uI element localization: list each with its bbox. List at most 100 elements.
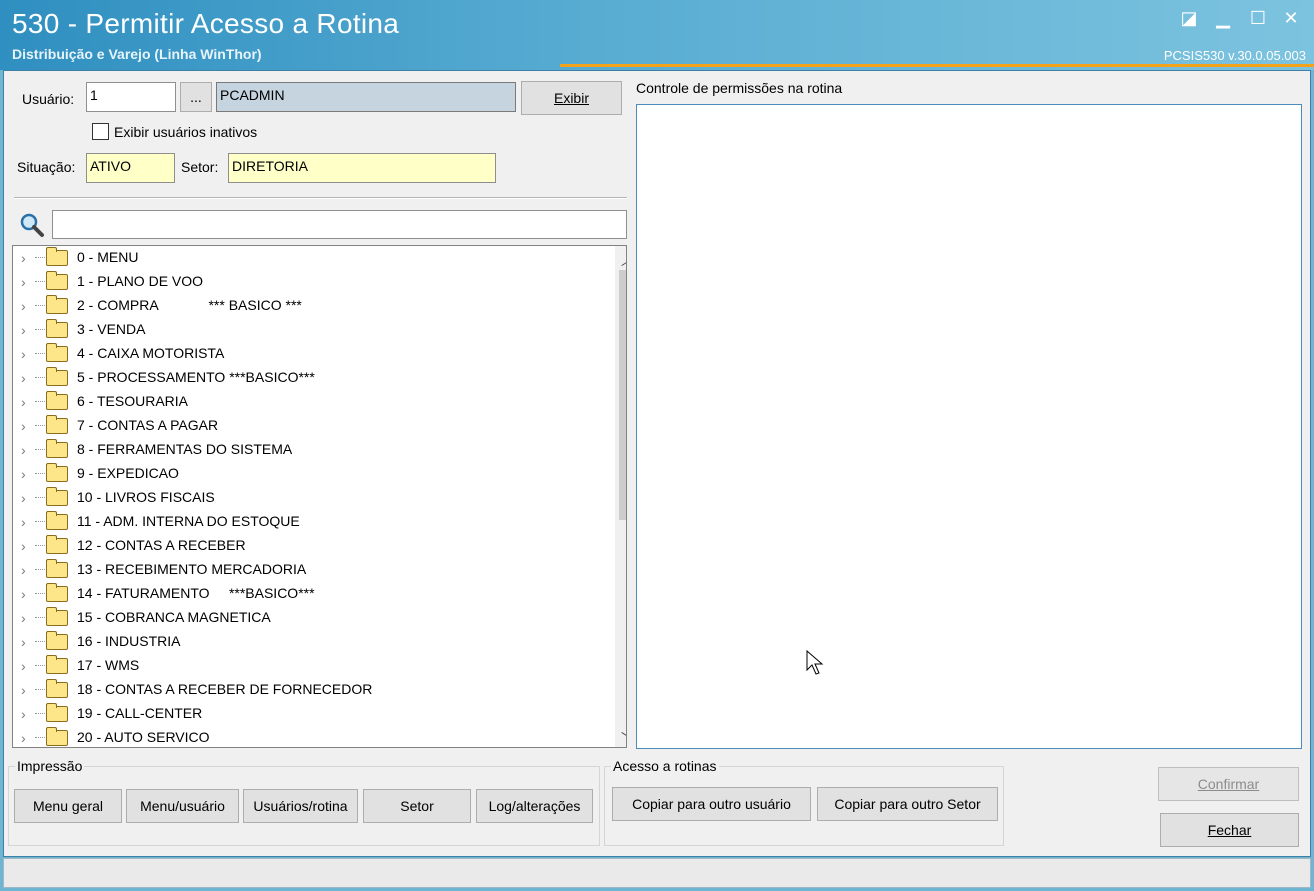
chevron-right-icon[interactable]: ›	[21, 251, 33, 265]
fechar-label: Fechar	[1207, 822, 1252, 838]
tree-item[interactable]: › 14 - FATURAMENTO ***BASICO***	[13, 582, 603, 606]
chevron-right-icon[interactable]: ›	[21, 371, 33, 385]
tree-item[interactable]: › 9 - EXPEDICAO	[13, 462, 603, 486]
tree-connector	[35, 569, 45, 570]
chevron-right-icon[interactable]: ›	[21, 659, 33, 673]
tree-connector	[35, 401, 45, 402]
search-icon[interactable]	[18, 212, 46, 238]
folder-icon	[46, 511, 68, 530]
folder-icon	[46, 487, 68, 506]
folder-icon	[46, 535, 68, 554]
chevron-right-icon[interactable]: ›	[21, 491, 33, 505]
tree-connector	[35, 593, 45, 594]
tree-item[interactable]: › 15 - COBRANCA MAGNETICA	[13, 606, 603, 630]
tree-connector	[35, 737, 45, 738]
fechar-button[interactable]: Fechar	[1160, 813, 1299, 847]
chevron-right-icon[interactable]: ›	[21, 395, 33, 409]
folder-icon	[46, 583, 68, 602]
tree-item[interactable]: › 6 - TESOURARIA	[13, 390, 603, 414]
tree-item[interactable]: › 1 - PLANO DE VOO	[13, 270, 603, 294]
tree-item[interactable]: › 18 - CONTAS A RECEBER DE FORNECEDOR	[13, 678, 603, 702]
scroll-thumb[interactable]	[619, 270, 626, 520]
tree-item[interactable]: › 8 - FERRAMENTAS DO SISTEMA	[13, 438, 603, 462]
tree-item[interactable]: › 12 - CONTAS A RECEBER	[13, 534, 603, 558]
exibir-label: Exibir	[553, 90, 589, 106]
confirmar-button[interactable]: Confirmar	[1158, 767, 1299, 801]
chevron-right-icon[interactable]: ›	[21, 467, 33, 481]
routine-tree[interactable]: › 0 - MENU › 1 - PLANO DE VOO › 2 - COMPRA **…	[12, 245, 627, 748]
tree-item-label: 12 - CONTAS A RECEBER	[77, 537, 246, 553]
usuarios-rotina-button[interactable]: Usuários/rotina	[243, 789, 358, 823]
menu-geral-button[interactable]: Menu geral	[14, 789, 122, 823]
scroll-up-icon[interactable]: ︿	[621, 250, 626, 269]
tree-item[interactable]: › 4 - CAIXA MOTORISTA	[13, 342, 603, 366]
folder-icon	[46, 727, 68, 746]
chevron-right-icon[interactable]: ›	[21, 347, 33, 361]
tree-item-label: 5 - PROCESSAMENTO ***BASICO***	[77, 369, 315, 385]
folder-icon	[46, 631, 68, 650]
search-input[interactable]	[52, 210, 627, 239]
tree-item-label: 14 - FATURAMENTO ***BASICO***	[77, 585, 315, 601]
folder-icon	[46, 247, 68, 266]
folder-icon	[46, 343, 68, 362]
copy-to-user-button[interactable]: Copiar para outro usuário	[612, 787, 811, 821]
chevron-right-icon[interactable]: ›	[21, 323, 33, 337]
chevron-right-icon[interactable]: ›	[21, 275, 33, 289]
tree-item[interactable]: › 7 - CONTAS A PAGAR	[13, 414, 603, 438]
mouse-cursor-icon	[806, 650, 824, 675]
tree-connector	[35, 353, 45, 354]
setor-button[interactable]: Setor	[363, 789, 471, 823]
chevron-right-icon[interactable]: ›	[21, 563, 33, 577]
tree-item[interactable]: › 16 - INDUSTRIA	[13, 630, 603, 654]
chevron-right-icon[interactable]: ›	[21, 635, 33, 649]
usuario-code-field[interactable]: 1	[86, 82, 176, 112]
tree-item-label: 3 - VENDA	[77, 321, 146, 337]
chevron-right-icon[interactable]: ›	[21, 539, 33, 553]
tree-item[interactable]: › 20 - AUTO SERVICO	[13, 726, 603, 747]
exibir-button[interactable]: Exibir	[521, 81, 622, 115]
tree-item-label: 11 - ADM. INTERNA DO ESTOQUE	[77, 513, 300, 529]
chevron-right-icon[interactable]: ›	[21, 443, 33, 457]
tree-connector	[35, 257, 45, 258]
chevron-right-icon[interactable]: ›	[21, 683, 33, 697]
close-button[interactable]: ✕	[1280, 8, 1302, 28]
permissions-title: Controle de permissões na rotina	[636, 80, 843, 96]
tree-item[interactable]: › 0 - MENU	[13, 246, 603, 270]
scroll-down-icon[interactable]: ﹀	[621, 728, 626, 747]
chevron-right-icon[interactable]: ›	[21, 707, 33, 721]
menu-usuario-button[interactable]: Menu/usuário	[126, 789, 239, 823]
maximize-button[interactable]: ☐	[1247, 8, 1269, 28]
usuario-label: Usuário:	[22, 91, 75, 107]
restore-icon[interactable]: ◪	[1178, 8, 1200, 28]
chevron-right-icon[interactable]: ›	[21, 611, 33, 625]
chevron-right-icon[interactable]: ›	[21, 299, 33, 313]
tree-item-label: 7 - CONTAS A PAGAR	[77, 417, 219, 433]
chevron-right-icon[interactable]: ›	[21, 587, 33, 601]
log-alteracoes-button[interactable]: Log/alterações	[476, 789, 593, 823]
tree-item[interactable]: › 3 - VENDA	[13, 318, 603, 342]
permissions-panel[interactable]	[636, 104, 1302, 749]
tree-connector	[35, 689, 45, 690]
inativos-checkbox[interactable]	[92, 123, 109, 140]
usuario-name-field: PCADMIN	[216, 82, 516, 112]
chevron-right-icon[interactable]: ›	[21, 731, 33, 745]
tree-item[interactable]: › 5 - PROCESSAMENTO ***BASICO***	[13, 366, 603, 390]
tree-item[interactable]: › 11 - ADM. INTERNA DO ESTOQUE	[13, 510, 603, 534]
copy-to-setor-button[interactable]: Copiar para outro Setor	[817, 787, 998, 821]
tree-item[interactable]: › 17 - WMS	[13, 654, 603, 678]
browse-user-button[interactable]: ...	[180, 82, 212, 112]
tree-item-label: 2 - COMPRA *** BASICO ***	[77, 297, 302, 313]
tree-item[interactable]: › 2 - COMPRA *** BASICO ***	[13, 294, 603, 318]
tree-scrollbar[interactable]: ︿ ﹀	[615, 246, 626, 747]
folder-icon	[46, 679, 68, 698]
tree-connector	[35, 281, 45, 282]
folder-icon	[46, 319, 68, 338]
tree-item-label: 19 - CALL-CENTER	[77, 705, 203, 721]
chevron-right-icon[interactable]: ›	[21, 515, 33, 529]
tree-item-label: 8 - FERRAMENTAS DO SISTEMA	[77, 441, 293, 457]
tree-item[interactable]: › 13 - RECEBIMENTO MERCADORIA	[13, 558, 603, 582]
chevron-right-icon[interactable]: ›	[21, 419, 33, 433]
minimize-button[interactable]: ▁	[1212, 8, 1234, 28]
tree-item[interactable]: › 19 - CALL-CENTER	[13, 702, 603, 726]
tree-item[interactable]: › 10 - LIVROS FISCAIS	[13, 486, 603, 510]
